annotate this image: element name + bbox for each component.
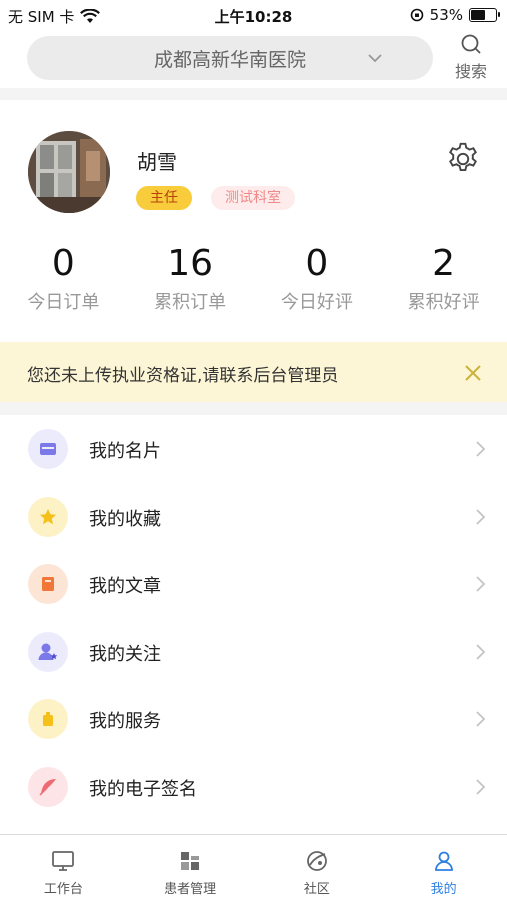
menu-icon-bg	[28, 699, 68, 739]
search-label: 搜索	[454, 62, 487, 81]
tab-patient-management[interactable]: 患者管理	[127, 835, 254, 900]
menu-list: 我的名片 我的收藏 我的文章 我的关注 我的服务 我的电子签名	[0, 415, 507, 820]
user-star-icon	[38, 643, 58, 660]
star-icon	[40, 508, 56, 524]
hospital-name: 成都高新华南医院	[153, 48, 306, 71]
grid-icon	[181, 852, 200, 870]
tab-label: 社区	[303, 882, 330, 897]
menu-item-label: 我的电子签名	[89, 778, 197, 800]
menu-icon-bg	[28, 429, 68, 469]
person-icon	[434, 851, 453, 871]
tab-label: 我的	[430, 882, 457, 897]
chevron-right-icon	[476, 576, 486, 592]
chevron-right-icon	[476, 441, 486, 457]
tab-community[interactable]: 社区	[254, 835, 381, 900]
divider	[0, 402, 507, 415]
stat-today-orders[interactable]: 0 今日订单	[0, 242, 127, 314]
status-bar: 无 SIM 卡 上午10:28 53%	[0, 0, 507, 30]
bottom-tab-bar: 工作台 患者管理 社区 我的	[0, 834, 507, 900]
gear-icon[interactable]	[444, 140, 482, 178]
chevron-right-icon	[476, 711, 486, 727]
card-icon	[40, 443, 56, 455]
tab-workbench[interactable]: 工作台	[0, 835, 127, 900]
stat-label: 今日订单	[27, 292, 100, 313]
divider	[0, 88, 507, 100]
orientation-lock-icon	[410, 8, 423, 22]
chevron-right-icon	[476, 508, 486, 525]
bag-icon	[43, 712, 53, 726]
menu-item-favorites[interactable]: 我的收藏	[0, 483, 507, 551]
menu-icon-bg	[28, 496, 68, 537]
menu-item-label: 我的收藏	[89, 508, 161, 530]
tab-mine[interactable]: 我的	[380, 835, 507, 900]
hospital-selector[interactable]: 成都高新华南医院	[27, 36, 433, 80]
menu-item-label: 我的文章	[89, 576, 161, 597]
tab-label: 工作台	[43, 882, 83, 897]
profile-card: 胡雪 主任 测试科室 0 今日订单 16 累积订单 0 今日好评 2 累积好评	[0, 100, 507, 340]
stat-label: 累积好评	[407, 292, 480, 313]
menu-icon-bg	[28, 564, 68, 604]
license-notice-banner: 您还未上传执业资格证,请联系后台管理员	[0, 342, 507, 402]
stat-value: 0	[305, 243, 329, 284]
battery-percent: 53%	[429, 6, 463, 24]
search-button[interactable]: 搜索	[448, 32, 494, 84]
user-name: 胡雪	[137, 150, 177, 174]
menu-item-label: 我的名片	[89, 441, 161, 462]
department-badge: 测试科室	[211, 186, 295, 210]
menu-item-following[interactable]: 我的关注	[0, 618, 507, 686]
stat-label: 今日好评	[280, 292, 353, 313]
stat-total-orders[interactable]: 16 累积订单	[127, 242, 254, 314]
notice-text: 您还未上传执业资格证,请联系后台管理员	[27, 366, 339, 386]
stats-row: 0 今日订单 16 累积订单 0 今日好评 2 累积好评	[0, 242, 507, 314]
stat-total-reviews[interactable]: 2 累积好评	[380, 242, 507, 314]
planet-icon	[306, 851, 327, 871]
menu-item-services[interactable]: 我的服务	[0, 685, 507, 753]
search-icon	[461, 34, 481, 54]
feather-icon	[39, 778, 56, 796]
stat-value: 16	[167, 243, 214, 284]
header: 成都高新华南医院 搜索	[0, 30, 507, 88]
stat-value: 0	[51, 243, 75, 284]
role-badge: 主任	[136, 186, 192, 210]
close-icon[interactable]	[462, 362, 484, 384]
menu-item-label: 我的服务	[89, 711, 161, 732]
avatar[interactable]	[28, 131, 110, 213]
stat-today-reviews[interactable]: 0 今日好评	[254, 242, 381, 314]
stat-value: 2	[432, 243, 456, 284]
menu-item-business-card[interactable]: 我的名片	[0, 415, 507, 483]
chevron-right-icon	[476, 643, 486, 660]
menu-icon-bg	[28, 631, 68, 672]
menu-item-e-signature[interactable]: 我的电子签名	[0, 753, 507, 821]
monitor-icon	[52, 851, 75, 871]
chevron-right-icon	[476, 778, 486, 795]
battery-icon	[469, 8, 500, 22]
tab-label: 患者管理	[164, 882, 217, 897]
chevron-down-icon	[368, 54, 382, 63]
stat-label: 累积订单	[154, 292, 227, 313]
menu-item-label: 我的关注	[89, 643, 161, 665]
menu-item-articles[interactable]: 我的文章	[0, 550, 507, 618]
menu-icon-bg	[28, 766, 68, 807]
book-icon	[42, 577, 54, 591]
